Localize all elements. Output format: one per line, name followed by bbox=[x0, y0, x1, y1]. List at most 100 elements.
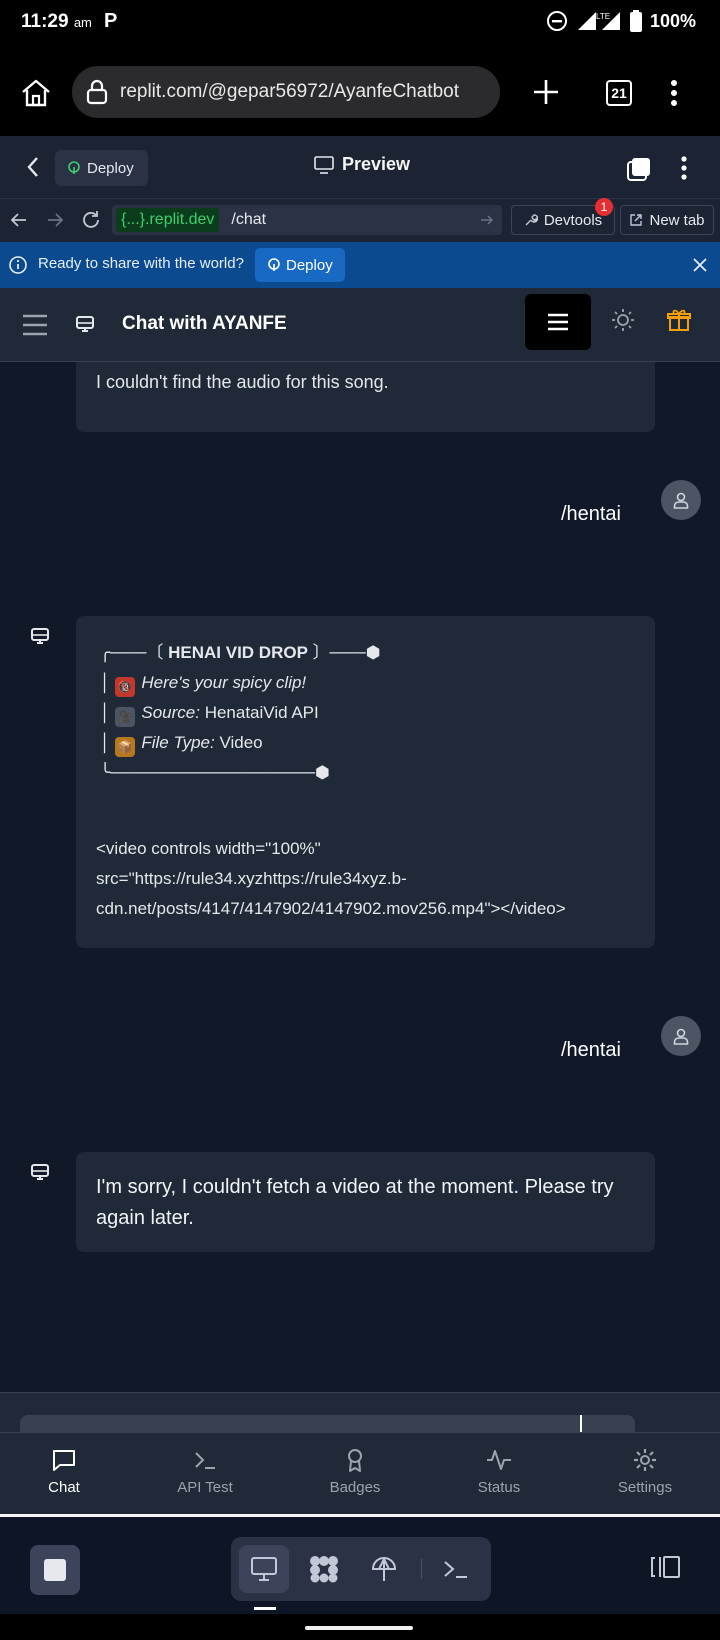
webview-address-bar: {...}.replit.dev /chat Devtools 1 New ta… bbox=[0, 198, 720, 242]
signal-lte-icon: LTE bbox=[576, 10, 622, 32]
preview-tab-title: Preview bbox=[314, 154, 410, 175]
arrow-back-icon[interactable] bbox=[10, 211, 28, 229]
status-time: 11:29 am bbox=[21, 11, 92, 32]
battery-percent: 100% bbox=[649, 10, 696, 31]
package-icon: 📦 bbox=[115, 737, 136, 757]
more-vert-icon[interactable] bbox=[670, 80, 678, 106]
go-arrow-icon[interactable] bbox=[480, 213, 494, 227]
stop-button[interactable] bbox=[30, 1545, 80, 1595]
tab-api-test[interactable]: API Test bbox=[145, 1447, 265, 1496]
monitor-icon bbox=[314, 155, 334, 174]
robot-icon bbox=[75, 315, 95, 335]
user-icon bbox=[672, 491, 690, 509]
tab-settings[interactable]: Settings bbox=[585, 1447, 705, 1496]
notification-p-icon: P bbox=[104, 10, 118, 32]
url-bar[interactable]: replit.com/@gepar56972/AyanfeChatbot bbox=[72, 66, 500, 118]
tab-settings-label: Settings bbox=[617, 1479, 673, 1496]
hamburger-menu-icon[interactable] bbox=[22, 314, 48, 336]
more-vert-icon[interactable] bbox=[680, 156, 688, 180]
stop-square-icon bbox=[44, 1559, 66, 1581]
box-line-filetype: │ 📦 File Type: Video bbox=[100, 728, 381, 758]
status-bar: 11:29 am P LTE 100% bbox=[0, 0, 720, 46]
shell-pane-button[interactable] bbox=[431, 1545, 481, 1593]
box-line-clip: │ 🔞 Here's your spicy clip! bbox=[100, 668, 381, 698]
tab-switcher-button[interactable]: 21 bbox=[606, 80, 632, 106]
box-line-source: │ 🎥 Source: HenataiVid API bbox=[100, 698, 381, 728]
gesture-nav-handle[interactable] bbox=[305, 1626, 413, 1630]
tab-badges[interactable]: Badges bbox=[295, 1447, 415, 1496]
back-chevron-icon[interactable] bbox=[26, 156, 40, 178]
webview-url-field[interactable]: {...}.replit.dev /chat bbox=[112, 205, 502, 235]
tab-status-label: Status bbox=[477, 1479, 521, 1496]
robot-avatar-icon bbox=[30, 627, 50, 647]
tab-api-test-label: API Test bbox=[177, 1479, 233, 1496]
bot-message: I'm sorry, I couldn't fetch a video at t… bbox=[76, 1152, 655, 1252]
battery-icon bbox=[629, 10, 642, 32]
close-icon[interactable] bbox=[692, 257, 708, 273]
devtools-badge: 1 bbox=[595, 198, 613, 216]
do-not-disturb-icon bbox=[546, 10, 568, 32]
reload-icon[interactable] bbox=[80, 209, 102, 231]
video-code-line-2: src="https://rule34.xyzhttps://rule34xyz… bbox=[96, 869, 407, 888]
gear-icon bbox=[585, 1447, 705, 1473]
info-icon bbox=[8, 255, 28, 275]
wrench-icon bbox=[524, 213, 538, 227]
sun-theme-icon[interactable] bbox=[611, 308, 635, 332]
new-tab-label: New tab bbox=[649, 211, 705, 229]
new-tab-plus-icon[interactable] bbox=[532, 78, 560, 106]
url-text[interactable]: replit.com/@gepar56972/AyanfeChatbot bbox=[120, 81, 490, 103]
tab-chat[interactable]: Chat bbox=[4, 1447, 124, 1496]
pane-switcher bbox=[231, 1537, 491, 1601]
text-cursor bbox=[580, 1415, 582, 1433]
tab-status[interactable]: Status bbox=[439, 1447, 559, 1496]
grid-blob-icon bbox=[309, 1555, 339, 1583]
deploy-banner: Ready to share with the world? Deploy bbox=[0, 242, 720, 288]
chat-bubble-icon bbox=[4, 1447, 124, 1473]
arrow-forward-icon[interactable] bbox=[46, 211, 64, 229]
tabs-stack-icon[interactable] bbox=[626, 156, 652, 182]
sidebar-toggle-icon[interactable] bbox=[650, 1555, 682, 1579]
preview-label: Preview bbox=[342, 154, 411, 174]
active-indicator bbox=[254, 1607, 276, 1610]
user-message: /hentai bbox=[560, 1039, 621, 1061]
url-host: {...}.replit.dev bbox=[116, 208, 220, 232]
files-pane-button[interactable] bbox=[299, 1545, 349, 1593]
external-link-icon bbox=[629, 213, 643, 227]
gift-icon[interactable] bbox=[667, 308, 691, 332]
workspace-toolbar bbox=[0, 1514, 720, 1614]
deploy-icon bbox=[67, 161, 81, 175]
menu-button[interactable] bbox=[525, 294, 591, 350]
activity-icon bbox=[439, 1447, 559, 1473]
browser-toolbar: replit.com/@gepar56972/AyanfeChatbot 21 bbox=[0, 46, 720, 136]
url-path: /chat bbox=[231, 211, 267, 228]
banner-deploy-label: Deploy bbox=[286, 256, 333, 274]
banner-text: Ready to share with the world? bbox=[38, 255, 244, 272]
message-input-area bbox=[0, 1392, 720, 1445]
new-tab-button[interactable]: New tab bbox=[620, 205, 714, 235]
divider bbox=[421, 1559, 422, 1579]
replit-header: Deploy Preview bbox=[0, 136, 720, 198]
message-text-line-2: again later. bbox=[96, 1207, 194, 1229]
camera-icon: 🎥 bbox=[115, 707, 136, 727]
terminal-icon bbox=[443, 1558, 469, 1580]
deploy-button[interactable]: Deploy bbox=[55, 150, 148, 186]
user-avatar bbox=[661, 1016, 701, 1056]
message-list: I couldn't find the audio for this song.… bbox=[0, 362, 720, 1392]
no-under-18-icon: 🔞 bbox=[115, 677, 136, 697]
user-avatar bbox=[661, 480, 701, 520]
chat-title: Chat with AYANFE bbox=[122, 313, 287, 334]
preview-pane-button[interactable] bbox=[239, 1545, 289, 1593]
award-icon bbox=[295, 1447, 415, 1473]
bot-message: I couldn't find the audio for this song. bbox=[76, 362, 655, 432]
chat-header: Chat with AYANFE bbox=[0, 288, 720, 362]
lock-icon bbox=[86, 79, 108, 105]
video-code-line-3: cdn.net/posts/4147/4147902/4147902.mov25… bbox=[96, 899, 566, 918]
user-message: /hentai bbox=[560, 503, 621, 525]
tab-chat-label: Chat bbox=[48, 1479, 80, 1496]
bottom-tab-bar: Chat API Test Badges Status Settings bbox=[0, 1432, 720, 1514]
banner-deploy-button[interactable]: Deploy bbox=[255, 248, 345, 282]
robot-avatar-icon bbox=[30, 1163, 50, 1183]
home-icon[interactable] bbox=[20, 78, 52, 108]
deploy-pane-button[interactable] bbox=[359, 1545, 409, 1593]
box-bottom-line: ╰─────────────────⬢ bbox=[100, 763, 330, 782]
